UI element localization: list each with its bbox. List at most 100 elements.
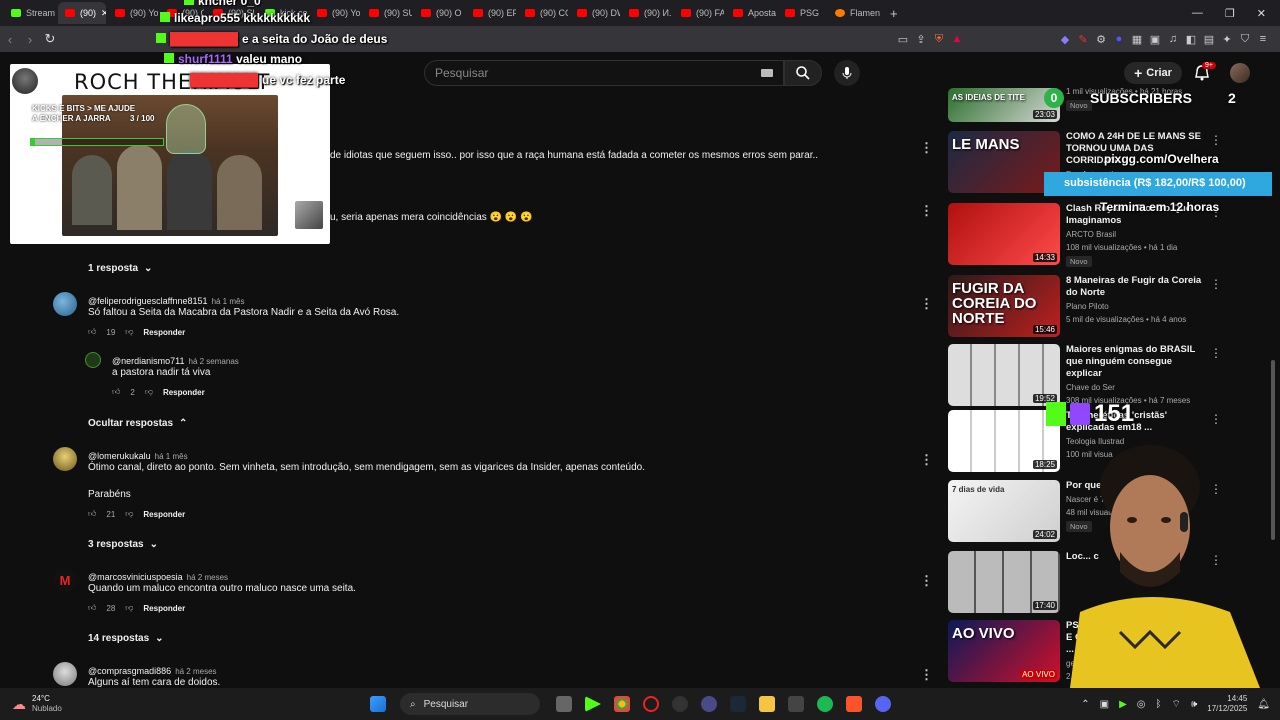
browser-tab[interactable]: (90) COR [518, 2, 568, 24]
taskbar-search[interactable]: ⌕ Pesquisar [400, 693, 540, 715]
search-button[interactable] [784, 60, 822, 86]
avatar[interactable]: M [53, 568, 77, 592]
reply-button[interactable]: Responder [143, 510, 185, 519]
media-icon[interactable]: ♫ [1164, 33, 1182, 45]
more-options-icon[interactable]: ⋮ [920, 573, 933, 589]
app-icon[interactable] [701, 696, 717, 712]
comment-author[interactable]: @comprasgmadi886 [88, 666, 171, 676]
avatar[interactable] [85, 352, 101, 368]
chevron-up-icon[interactable]: ⌃ [1081, 699, 1089, 710]
video-thumbnail[interactable]: 14:33 [948, 203, 1060, 265]
more-options-icon[interactable]: ⋮ [920, 452, 933, 468]
browser-tab[interactable]: (90) DWA [570, 2, 620, 24]
extension-icon[interactable]: ⚙ [1092, 33, 1110, 46]
video-thumbnail[interactable]: FUGIR DA COREIA DO NORTE 15:46 [948, 275, 1060, 337]
more-options-icon[interactable]: ⋮ [920, 140, 933, 156]
more-options-icon[interactable]: ⋮ [920, 667, 933, 683]
more-options-icon[interactable]: ⋮ [1210, 133, 1222, 147]
thumbs-up-icon[interactable]: 👍︎ [88, 509, 96, 519]
rewards-icon[interactable]: ▲ [948, 33, 966, 45]
more-options-icon[interactable]: ⋮ [920, 203, 933, 219]
thumbs-down-icon[interactable]: 👎︎ [125, 509, 133, 519]
search-input[interactable]: Pesquisar [424, 60, 784, 86]
comment-time[interactable]: há 2 semanas [189, 357, 239, 366]
comment-author[interactable]: @nerdianismo711 [112, 356, 185, 366]
steam-icon[interactable] [730, 696, 746, 712]
brave-shield-icon[interactable]: ⛨ [930, 33, 948, 46]
thumbs-down-icon[interactable]: 👎︎ [125, 327, 133, 337]
brave-icon[interactable] [846, 696, 862, 712]
leo-icon[interactable]: ✦ [1218, 33, 1236, 46]
file-explorer-icon[interactable] [759, 696, 775, 712]
new-tab-button[interactable]: + [890, 6, 898, 21]
clock[interactable]: 14:45 17/12/2025 [1207, 694, 1247, 714]
channel-name[interactable]: ARCTO Brasil [1066, 229, 1206, 240]
screenshot-icon[interactable]: ▭ [894, 33, 912, 46]
replies-toggle[interactable]: Ocultar respostas ⌃ [88, 418, 187, 429]
close-window-button[interactable]: ✕ [1257, 7, 1266, 20]
bluetooth-icon[interactable]: ᛒ [1156, 699, 1162, 710]
replies-toggle[interactable]: 1 resposta ⌄ [88, 263, 152, 274]
reload-icon[interactable]: ↻ [40, 31, 60, 47]
reply-button[interactable]: Responder [163, 388, 205, 397]
minimize-button[interactable]: — [1192, 7, 1203, 20]
more-options-icon[interactable]: ⋮ [920, 296, 933, 312]
recommended-video[interactable]: 19:52 Maiores enigmas do BRASIL que ningu… [948, 344, 1248, 406]
browser-tab[interactable]: (90) EPS [466, 2, 516, 24]
kick-app-icon[interactable] [585, 696, 601, 712]
more-options-icon[interactable]: ⋮ [1210, 277, 1222, 291]
windows-start-icon[interactable] [370, 696, 386, 712]
thumbs-down-icon[interactable]: 👎︎ [145, 387, 153, 397]
extension-icon[interactable]: ▣ [1146, 33, 1164, 46]
video-thumbnail[interactable]: AO VIVO AO VIVO [948, 620, 1060, 682]
maximize-button[interactable]: ❐ [1225, 7, 1235, 20]
comment-time[interactable]: há 1 mês [212, 297, 245, 306]
wallet-icon[interactable]: ▤ [1200, 33, 1218, 46]
extension-icon[interactable]: ▦ [1128, 33, 1146, 46]
voice-search-button[interactable] [834, 60, 860, 86]
recommended-video[interactable]: FUGIR DA COREIA DO NORTE 15:46 8 Maneiras … [948, 275, 1248, 337]
channel-name[interactable]: Chave do Ser [1066, 382, 1206, 393]
menu-icon[interactable]: ≡ [1254, 33, 1272, 45]
opera-icon[interactable] [643, 696, 659, 712]
app-icon[interactable] [672, 696, 688, 712]
video-title[interactable]: Maiores enigmas do BRASIL que ninguém co… [1066, 344, 1206, 380]
browser-tab[interactable]: Flameng [828, 2, 880, 24]
thumbs-up-icon[interactable]: 👍︎ [112, 387, 120, 397]
reply-button[interactable]: Responder [143, 604, 185, 613]
comment-time[interactable]: há 2 meses [175, 667, 216, 676]
create-button[interactable]: + Criar [1124, 62, 1182, 84]
tray-icon[interactable]: ▣ [1100, 699, 1109, 710]
extension-icon[interactable]: ● [1110, 33, 1128, 45]
app-icon[interactable] [788, 696, 804, 712]
task-view-icon[interactable] [556, 696, 572, 712]
forward-icon[interactable]: › [20, 32, 40, 47]
browser-tab[interactable]: Stream [4, 2, 56, 24]
avatar[interactable] [53, 447, 77, 471]
notification-bell-icon[interactable]: 🔔︎ [1257, 699, 1270, 710]
share-icon[interactable]: ⇪ [912, 33, 930, 46]
video-title[interactable]: 8 Maneiras de Fugir da Coreia do Norte [1066, 275, 1206, 299]
avatar[interactable] [53, 292, 77, 316]
comment-time[interactable]: há 1 mês [155, 452, 188, 461]
reply-button[interactable]: Responder [143, 328, 185, 337]
video-thumbnail[interactable]: 18:25 [948, 410, 1060, 472]
replies-toggle[interactable]: 3 respostas ⌄ [88, 539, 158, 550]
replies-toggle[interactable]: 14 respostas ⌄ [88, 633, 164, 644]
vpn-icon[interactable]: ⛉ [1236, 33, 1254, 46]
comment-time[interactable]: há 2 meses [187, 573, 228, 582]
tray-icon[interactable]: ◎ [1137, 699, 1146, 710]
keyboard-icon[interactable] [761, 69, 773, 77]
volume-icon[interactable]: 🕪︎ [1191, 699, 1197, 710]
more-options-icon[interactable]: ⋮ [1210, 412, 1222, 426]
comment-author[interactable]: @marcosviniciuspoesia [88, 572, 183, 582]
browser-tab[interactable]: PSG [778, 2, 826, 24]
account-avatar[interactable] [1230, 63, 1250, 83]
extension-icon[interactable]: ✎ [1074, 33, 1092, 46]
thumbs-up-icon[interactable]: 👍︎ [88, 327, 96, 337]
extension-icon[interactable]: ◆ [1056, 33, 1074, 46]
comment-author[interactable]: @lomerukukalu [88, 451, 151, 461]
spotify-icon[interactable] [817, 696, 833, 712]
video-thumbnail[interactable]: 19:52 [948, 344, 1060, 406]
channel-name[interactable]: Plano Piloto [1066, 301, 1206, 312]
